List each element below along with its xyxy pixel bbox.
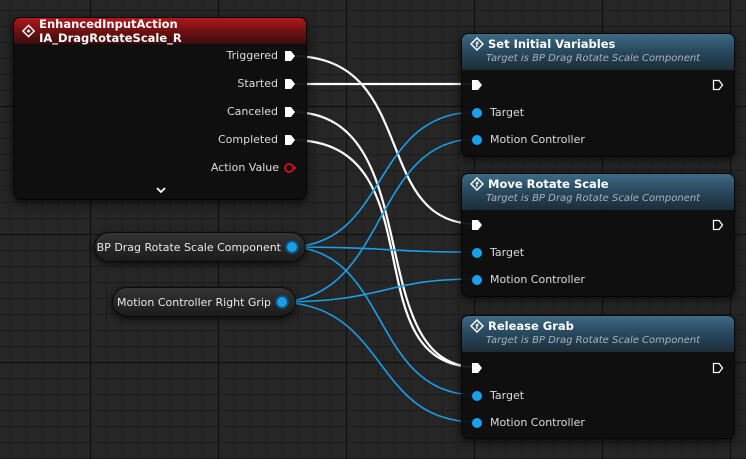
exec-wire-completed (291, 138, 477, 369)
input-action-event-node[interactable]: EnhancedInputAction IA_DragRotateScale_R… (13, 17, 307, 200)
exec-arrow-icon[interactable] (284, 50, 296, 62)
exec-out-icon[interactable] (712, 362, 724, 374)
motion-controller-pin-label: Motion Controller (490, 273, 585, 286)
function-f-icon: f (470, 177, 484, 191)
exec-arrow-icon[interactable] (284, 134, 296, 146)
function-node-release-grab[interactable]: f Release Grab Target is BP Drag Rotate … (461, 315, 735, 439)
exec-wire-canceled (291, 110, 477, 369)
function-node-header[interactable]: f Release Grab Target is BP Drag Rotate … (462, 316, 734, 352)
object-pin-icon[interactable] (472, 390, 482, 401)
function-f-icon: f (470, 319, 484, 333)
target-pin-row: Target (472, 246, 524, 259)
target-wire-3 (287, 246, 477, 396)
drag-component-label: BP Drag Rotate Scale Component (96, 240, 281, 254)
pin-row-started: Started (237, 77, 296, 90)
function-f-icon: f (470, 37, 484, 51)
object-pin-icon[interactable] (472, 417, 482, 428)
motion-controller-pin-label: Motion Controller (490, 133, 585, 146)
controller-wire-2 (275, 278, 477, 303)
object-pin-icon[interactable] (277, 297, 287, 307)
motion-controller-pin-row: Motion Controller (472, 133, 585, 146)
event-node-header[interactable]: EnhancedInputAction IA_DragRotateScale_R (14, 17, 306, 45)
target-label: Target (490, 389, 525, 402)
exec-in-icon[interactable] (471, 219, 483, 231)
pin-label-action-value: Action Value (210, 161, 279, 174)
target-wire-2 (287, 246, 477, 253)
pin-label-canceled: Canceled (226, 105, 278, 118)
drag-rotate-scale-component-node[interactable]: BP Drag Rotate Scale Component (94, 232, 306, 262)
target-label: Target (490, 106, 525, 119)
exec-wire-triggered (291, 54, 477, 226)
target-pin-row: Target (472, 389, 524, 402)
function-node-header[interactable]: f Set Initial Variables Target is BP Dra… (462, 34, 734, 70)
function-title: Move Rotate Scale (488, 177, 609, 191)
motion-controller-right-grip-node[interactable]: Motion Controller Right Grip (112, 287, 296, 317)
chevron-down-icon[interactable] (154, 185, 168, 195)
object-pin-icon[interactable] (287, 242, 297, 252)
pin-row-action-value: Action Value (211, 161, 297, 174)
target-pin-row: Target (472, 106, 524, 119)
object-pin-icon[interactable] (472, 134, 482, 145)
function-node-move-rotate-scale[interactable]: f Move Rotate Scale Target is BP Drag Ro… (461, 173, 735, 297)
function-title: Release Grab (488, 319, 574, 333)
exec-arrow-icon[interactable] (284, 106, 296, 118)
exec-out-icon[interactable] (712, 219, 724, 231)
motion-controller-pin-label: Motion Controller (490, 416, 585, 429)
pin-row-canceled: Canceled (227, 105, 296, 118)
motion-controller-label: Motion Controller Right Grip (117, 295, 271, 309)
target-label: Target (490, 246, 525, 259)
pin-label-triggered: Triggered (226, 49, 278, 62)
pin-label-started: Started (237, 77, 278, 90)
event-diamond-icon (22, 24, 36, 38)
exec-in-icon[interactable] (471, 79, 483, 91)
function-subtitle: Target is BP Drag Rotate Scale Component (486, 193, 701, 204)
pin-label-completed: Completed (218, 133, 278, 146)
exec-out-icon[interactable] (712, 79, 724, 91)
object-pin-icon[interactable] (472, 274, 482, 285)
object-pin-icon[interactable] (472, 107, 482, 118)
object-pin-icon[interactable] (472, 247, 482, 258)
function-subtitle: Target is BP Drag Rotate Scale Component (486, 53, 701, 64)
motion-controller-pin-row: Motion Controller (472, 416, 585, 429)
function-subtitle: Target is BP Drag Rotate Scale Component (486, 335, 701, 346)
pin-row-triggered: Triggered (227, 49, 296, 62)
function-node-set-initial-variables[interactable]: f Set Initial Variables Target is BP Dra… (461, 33, 735, 157)
pin-row-completed: Completed (218, 133, 296, 146)
exec-arrow-icon[interactable] (284, 78, 296, 90)
action-value-pin-icon[interactable] (283, 162, 297, 174)
motion-controller-pin-row: Motion Controller (472, 273, 585, 286)
target-wire-1 (287, 111, 477, 248)
event-node-title: EnhancedInputAction IA_DragRotateScale_R (39, 17, 182, 45)
function-node-header[interactable]: f Move Rotate Scale Target is BP Drag Ro… (462, 174, 734, 210)
function-title: Set Initial Variables (488, 37, 616, 51)
controller-wire-3 (275, 301, 477, 423)
exec-in-icon[interactable] (471, 362, 483, 374)
